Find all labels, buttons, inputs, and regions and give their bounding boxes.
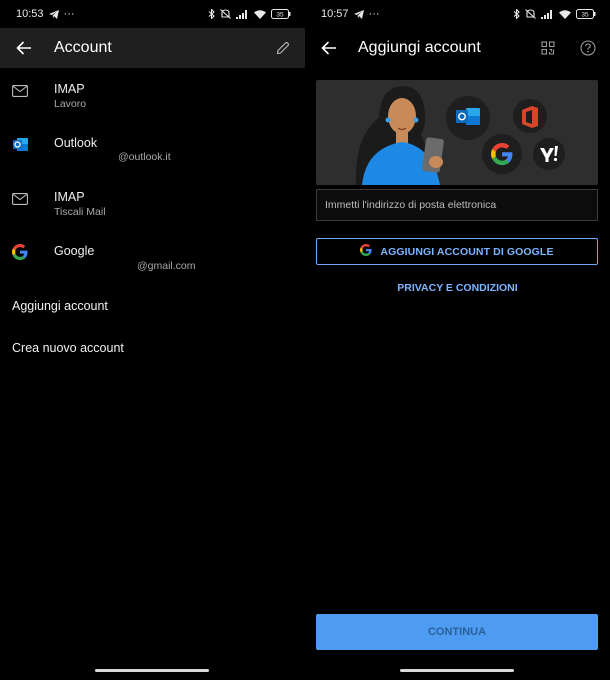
status-time: 10:53 <box>16 8 44 20</box>
svg-text:35: 35 <box>581 12 589 19</box>
mute-icon <box>220 9 231 19</box>
app-bar: Account <box>0 28 305 68</box>
add-account-link[interactable]: Aggiungi account <box>12 299 108 313</box>
svg-text:35: 35 <box>276 12 284 19</box>
status-bar: 10:57 ··· 35 <box>305 0 610 28</box>
mute-icon <box>525 9 536 19</box>
google-icon <box>12 244 30 262</box>
telegram-icon <box>353 9 364 19</box>
create-account-link[interactable]: Crea nuovo account <box>12 341 124 355</box>
add-google-account-button[interactable]: AGGIUNGI ACCOUNT DI GOOGLE <box>316 238 598 265</box>
gesture-bar[interactable] <box>400 669 514 672</box>
continue-button[interactable]: CONTINUA <box>316 614 598 650</box>
status-time: 10:57 <box>321 8 349 20</box>
account-type: Outlook <box>54 136 98 150</box>
bluetooth-icon <box>208 9 215 19</box>
battery-icon: 35 <box>576 9 596 19</box>
qr-code-icon[interactable] <box>536 36 560 60</box>
wifi-icon <box>254 9 266 19</box>
add-account-screen: 10:57 ··· 35 Aggiungi account Immetti l'… <box>305 0 610 680</box>
telegram-icon <box>48 9 59 19</box>
back-arrow-icon[interactable] <box>317 36 341 60</box>
privacy-terms-link[interactable]: PRIVACY E CONDIZIONI <box>305 282 610 294</box>
account-type: IMAP <box>54 190 85 204</box>
mail-icon <box>12 192 30 210</box>
help-icon[interactable] <box>576 36 600 60</box>
add-google-account-label: AGGIUNGI ACCOUNT DI GOOGLE <box>380 245 554 258</box>
signal-icon <box>541 9 554 19</box>
mail-icon <box>12 84 30 102</box>
bluetooth-icon <box>513 9 520 19</box>
account-detail: @outlook.it <box>118 151 171 163</box>
gesture-bar[interactable] <box>95 669 209 672</box>
battery-icon: 35 <box>271 9 291 19</box>
account-detail: Lavoro <box>54 98 87 110</box>
account-type: Google <box>54 244 95 258</box>
hero-illustration <box>316 80 598 185</box>
edit-pencil-icon[interactable] <box>271 36 295 60</box>
email-input[interactable] <box>317 190 597 220</box>
page-title: Aggiungi account <box>358 39 481 56</box>
status-bar: 10:53 ··· 35 <box>0 0 305 28</box>
account-detail: Tiscali Mail <box>54 206 106 218</box>
account-type: IMAP <box>54 82 85 96</box>
account-detail: @gmail.com <box>137 260 196 272</box>
status-more: ··· <box>368 8 380 20</box>
status-more: ··· <box>63 8 75 20</box>
google-icon <box>360 244 373 259</box>
email-field[interactable] <box>316 189 598 221</box>
app-bar: Aggiungi account <box>305 28 610 68</box>
signal-icon <box>236 9 249 19</box>
page-title: Account <box>54 39 112 56</box>
outlook-icon <box>12 136 30 154</box>
wifi-icon <box>559 9 571 19</box>
account-screen: 10:53 ··· 35 Account IMAP Lavoro Outlook… <box>0 0 305 680</box>
back-arrow-icon[interactable] <box>12 36 36 60</box>
